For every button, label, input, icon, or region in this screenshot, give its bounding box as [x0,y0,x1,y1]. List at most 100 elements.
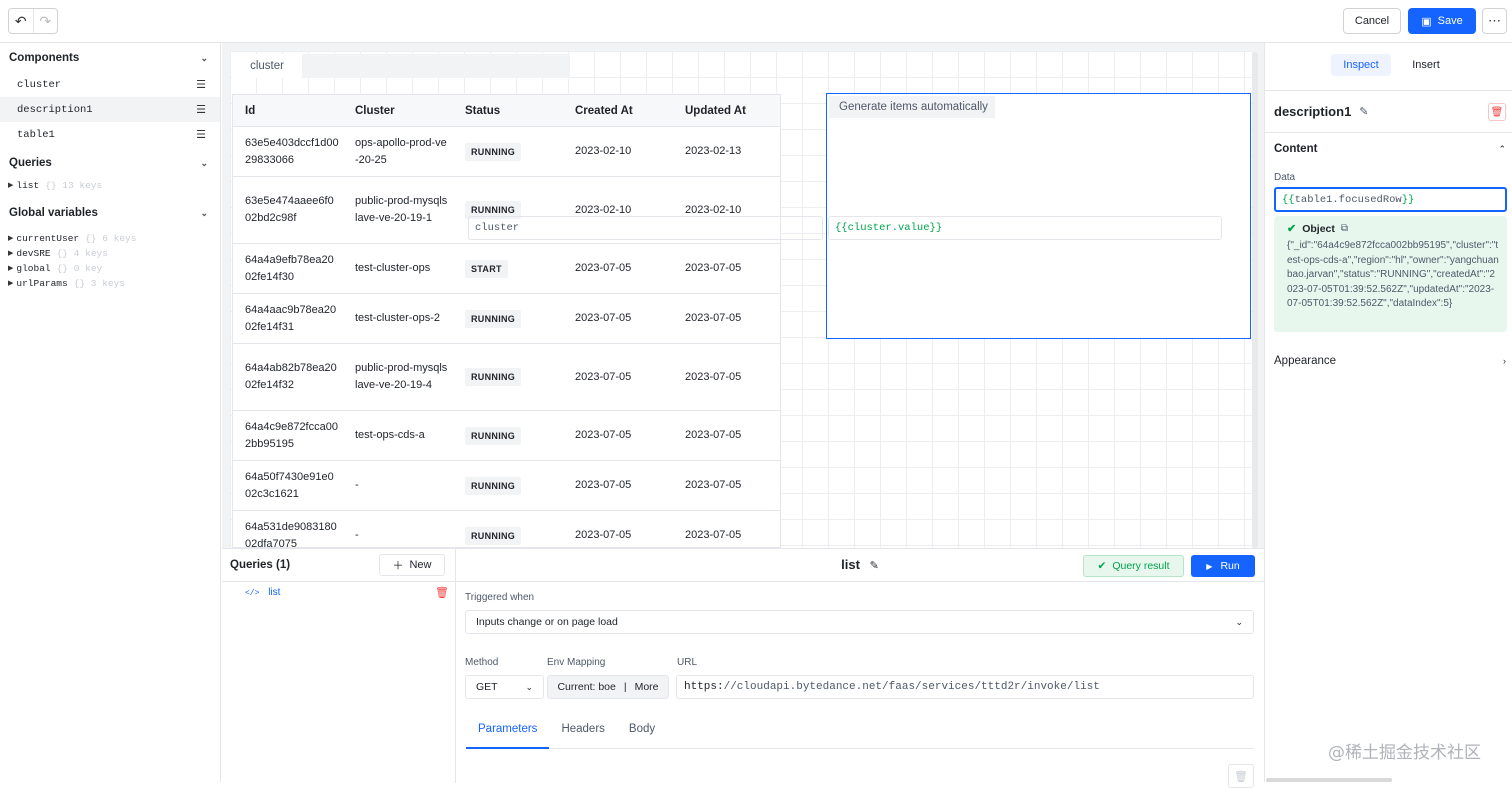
table-row[interactable]: 64a50f7430e91e002c3c1621 - RUNNING 2023-… [233,461,780,511]
edit-icon[interactable]: ✎ [1359,105,1368,118]
components-title: Components [9,52,80,64]
cell-cluster: public-prod-mysqlslave-ve-20-19-1 [355,195,448,224]
chevron-up-icon: ⌃ [1498,143,1506,154]
generate-items-label: Generate items automatically [829,96,995,118]
chevron-down-icon: ⌄ [1235,616,1243,627]
redo-icon[interactable]: ↷ [32,9,58,33]
components-section-header[interactable]: Components ⌄ [0,44,220,72]
run-button[interactable]: ▶ Run [1191,555,1255,577]
copy-icon[interactable]: ⧉ [1341,223,1348,234]
query-item-list[interactable]: </> list 🗑 [222,581,455,603]
var-name: list [16,180,40,191]
cluster-label: cluster [232,54,302,78]
trash-icon[interactable]: 🗑 [435,586,449,599]
column-header[interactable]: Created At [563,95,673,126]
cell-created: 2023-07-05 [575,370,632,383]
tab-parameters[interactable]: Parameters [466,723,550,749]
cancel-button[interactable]: Cancel [1343,8,1401,34]
left-sidebar: Components ⌄ cluster ☰ description1 ☰ ta… [0,43,221,782]
global-var-urlParams[interactable]: ▶ urlParams {} 3 keys [0,276,220,291]
cell-updated: 2023-07-05 [685,529,742,541]
url-input[interactable]: https://cloudapi.bytedance.net/faas/serv… [676,675,1254,699]
queries-section-header[interactable]: Queries ⌄ [0,149,220,177]
chevron-down-icon: ⌄ [525,681,533,692]
table-row[interactable]: 64a4aac9b78ea2002fe14f31 test-cluster-op… [233,294,780,344]
param-key-input[interactable]: cluster [468,216,823,240]
save-label: Save [1437,15,1463,27]
var-meta: {} 6 keys [85,233,137,244]
cell-cluster: test-cluster-ops [355,262,431,274]
query-var-list[interactable]: ▶ list {} 13 keys [0,178,220,193]
content-section-header[interactable]: Content ⌃ [1265,134,1512,164]
tab-insert[interactable]: Insert [1397,54,1455,76]
column-header[interactable]: Status [453,95,563,126]
list-icon: ☰ [196,103,206,116]
component-item-cluster[interactable]: cluster ☰ [0,72,220,97]
query-editor: list ✎ ✔ Query result ▶ Run Triggered wh… [456,549,1264,783]
undo-redo-group: ↶ ↷ [8,8,58,34]
caret-right-icon: ▶ [8,250,14,258]
cell-cluster: public-prod-mysqlslave-ve-20-19-4 [355,362,448,391]
new-query-button[interactable]: ＋ New [379,554,445,576]
trigger-select[interactable]: Inputs change or on page load ⌄ [465,610,1254,634]
cell-id: 63e5e474aaee6f002bd2c98f [245,195,334,224]
cell-updated: 2023-02-13 [685,145,742,157]
cell-updated: 2023-07-05 [685,429,742,441]
component-name: description1 [1274,104,1352,119]
column-header[interactable]: Cluster [343,95,453,126]
column-header[interactable]: Id [233,95,343,126]
tab-inspect[interactable]: Inspect [1331,54,1391,76]
list-icon: ☰ [196,78,206,91]
table-row[interactable]: 64a4a9efb78ea2002fe14f30 test-cluster-op… [233,244,780,294]
run-label: Run [1220,560,1240,572]
param-value-input[interactable]: {{cluster.value}} [828,216,1222,240]
more-options-button[interactable]: ⋯ [1482,8,1507,34]
env-mapping-control[interactable]: Current: boe | More [547,675,669,699]
table-row[interactable]: 63e5e403dccf1d0029833066 ops-apollo-prod… [233,127,780,177]
save-button[interactable]: ▣ Save [1408,8,1476,34]
globals-section-header[interactable]: Global variables ⌄ [0,199,220,227]
status-badge: RUNNING [465,426,522,445]
component-label: table1 [17,128,55,141]
cell-id: 64a531de908318002dfa7075 [245,520,337,548]
component-item-table1[interactable]: table1 ☰ [0,122,220,147]
global-var-devSRE[interactable]: ▶ devSRE {} 4 keys [0,246,220,261]
cell-cluster: - [355,529,359,541]
table1-widget[interactable]: Id Cluster Status Created At Updated At … [232,94,781,548]
cell-id: 64a4aac9b78ea2002fe14f31 [245,303,337,333]
global-var-currentUser[interactable]: ▶ currentUser {} 6 keys [0,231,220,246]
method-select[interactable]: GET ⌄ [465,675,544,699]
table-row[interactable]: 64a4c9e872fcca002bb95195 test-ops-cds-a … [233,411,780,461]
watermark: @稀土掘金技术社区 [1328,743,1481,763]
trash-icon[interactable]: 🗑 [1228,764,1254,788]
request-tabs: Parameters Headers Body [466,723,1254,749]
var-name: currentUser [16,233,80,244]
undo-icon[interactable]: ↶ [9,9,33,33]
table-row[interactable]: 64a4ab82b78ea2002fe14f32 public-prod-mys… [233,344,780,411]
cluster-select-widget[interactable]: cluster [232,54,570,78]
component-label: cluster [17,78,62,91]
table-row[interactable]: 64a531de908318002dfa7075 - RUNNING 2023-… [233,511,780,548]
data-input[interactable]: {{table1.focusedRow}} [1274,187,1507,212]
appearance-section-header[interactable]: Appearance › [1265,346,1512,376]
edit-icon[interactable]: ✎ [870,560,879,572]
var-meta: {} 13 keys [45,180,103,191]
global-var-global[interactable]: ▶ global {} 0 key [0,261,220,276]
url-label: URL [677,657,698,668]
tab-headers[interactable]: Headers [549,723,616,749]
query-list-panel: Queries (1) ＋ New </> list 🗑 [222,549,456,783]
horizontal-scrollbar[interactable] [1266,778,1392,782]
env-more[interactable]: More [635,681,659,693]
cell-created: 2023-02-10 [575,145,632,157]
cell-status: START [453,244,563,293]
component-item-description1[interactable]: description1 ☰ [0,97,220,122]
column-header[interactable]: Updated At [673,95,780,126]
var-name: devSRE [16,248,51,259]
play-icon: ▶ [1206,561,1213,571]
trash-icon[interactable]: 🗑 [1488,103,1506,121]
tab-body[interactable]: Body [617,723,667,749]
query-result-button[interactable]: ✔ Query result [1083,555,1184,577]
cell-id: 64a4ab82b78ea2002fe14f32 [245,362,337,391]
var-meta: {} 0 key [56,263,103,274]
canvas-scrollbar[interactable] [1252,52,1258,548]
